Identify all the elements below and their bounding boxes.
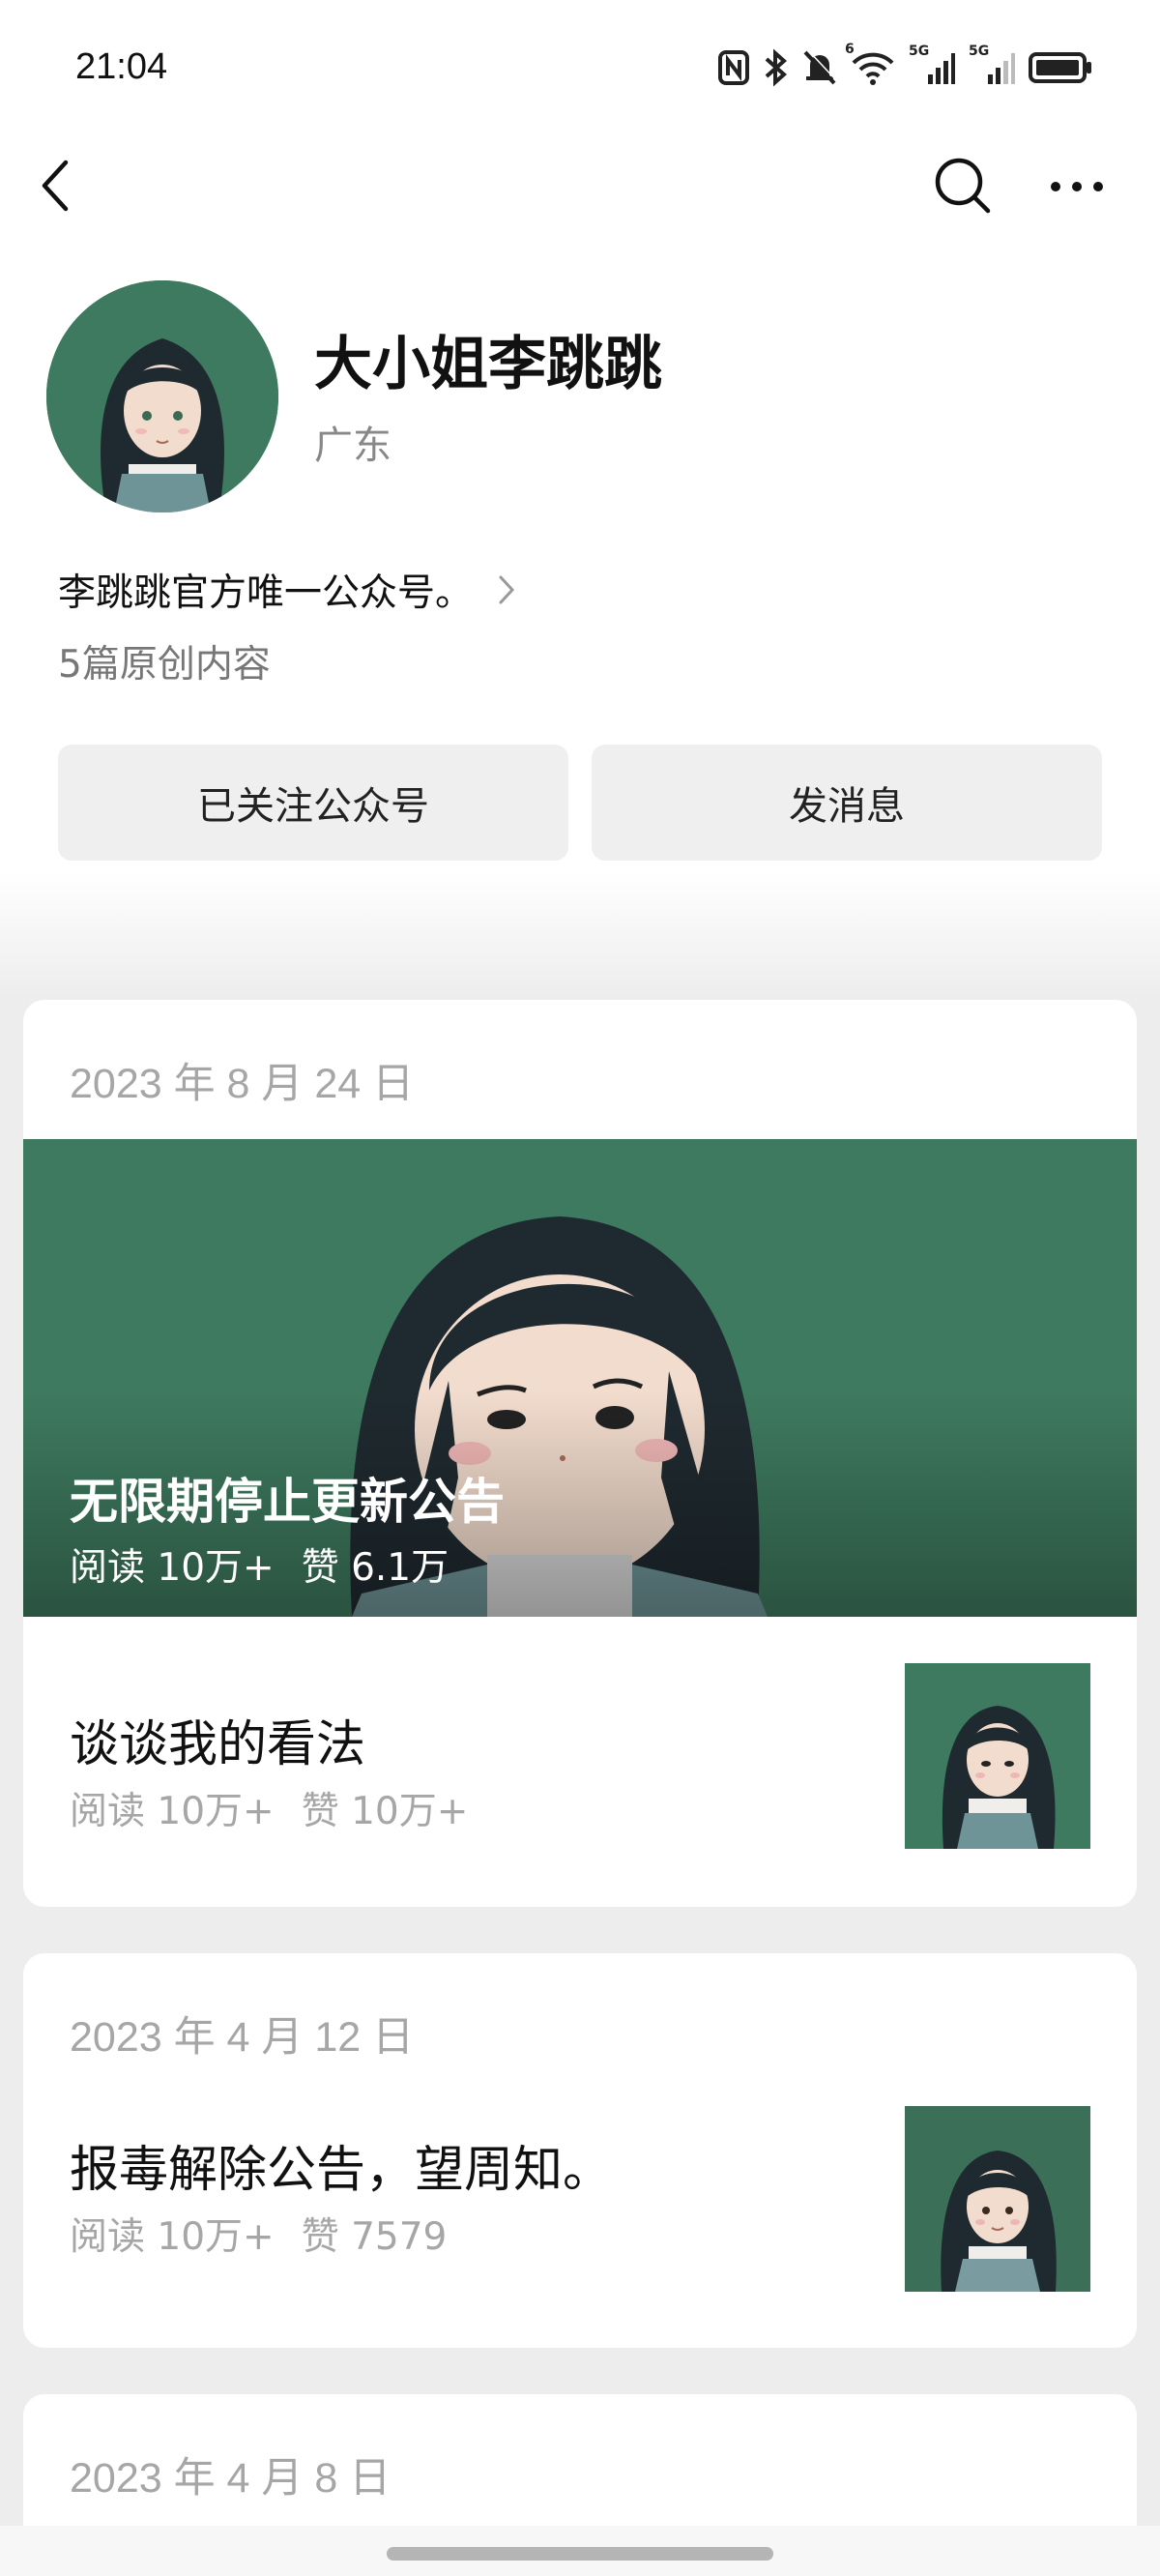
account-name: 大小姐李跳跳 [314,331,662,398]
article-thumbnail [905,1663,1090,1849]
like-count: 赞 7579 [301,2215,448,2259]
battery-icon [1029,49,1092,86]
girl-thumbnail-illustration [905,2106,1090,2292]
girl-avatar-illustration [46,280,278,512]
nfc-icon [717,49,750,86]
send-message-button[interactable]: 发消息 [592,745,1102,861]
read-count: 阅读 10万+ [70,1790,275,1833]
featured-article[interactable]: 无限期停止更新公告 阅读 10万+ 赞 6.1万 [23,1139,1137,1617]
home-indicator[interactable] [387,2547,773,2561]
read-count: 阅读 10万+ [70,2215,275,2259]
back-button[interactable] [35,155,77,217]
search-button[interactable] [932,155,994,217]
featured-article-title: 无限期停止更新公告 [70,1474,505,1530]
original-content-count: 5篇原创内容 [58,643,271,687]
girl-thumbnail-illustration [905,1663,1090,1849]
like-count: 赞 10万+ [301,1790,469,1833]
status-time: 21:04 [75,46,168,87]
followed-button[interactable]: 已关注公众号 [58,745,568,861]
featured-article-stats: 阅读 10万+ 赞 6.1万 [70,1537,449,1592]
article-stats: 阅读 10万+ 赞 10万+ [70,1781,468,1835]
article-stats: 阅读 10万+ 赞 7579 [70,2207,447,2261]
status-bar: 21:04 6 5G 5G [0,0,1160,135]
wifi-icon: 6 [845,42,895,86]
more-button[interactable] [1048,169,1106,204]
more-dots-icon [1051,182,1103,191]
bluetooth-icon [764,48,789,87]
search-icon [935,158,991,214]
chevron-right-icon [499,575,515,604]
like-count: 赞 6.1万 [301,1546,450,1590]
signal-5g-icon: 5G [969,44,1015,86]
status-icons: 6 5G 5G [717,42,1092,87]
chevron-left-icon [42,160,69,212]
post-date: 2023 年 4 月 8 日 [70,2455,392,2502]
avatar[interactable] [46,280,278,512]
post-date: 2023 年 8 月 24 日 [70,1061,415,1107]
read-count: 阅读 10万+ [70,1546,275,1590]
post-date: 2023 年 4 月 12 日 [70,2014,415,2061]
article-thumbnail [905,2106,1090,2292]
mute-icon [802,49,837,86]
post-group-card: 2023 年 8 月 24 日 无限期停止更新公告 阅读 10万+ 赞 6.1万 [23,1000,1137,1907]
wifi-badge: 6 [845,42,855,57]
article-title: 报毒解除公告，望周知。 [70,2142,613,2199]
sim1-badge: 5G [909,44,930,59]
signal-5g-icon: 5G [909,44,955,86]
account-bio-text: 李跳跳官方唯一公众号。 [58,571,474,615]
account-bio-link[interactable]: 李跳跳官方唯一公众号。 [58,563,515,617]
sim2-badge: 5G [969,44,990,59]
post-group-card: 2023 年 4 月 12 日 报毒解除公告，望周知。 阅读 10万+ 赞 75… [23,1953,1137,2348]
account-region: 广东 [314,424,392,468]
article-title: 谈谈我的看法 [70,1716,366,1773]
